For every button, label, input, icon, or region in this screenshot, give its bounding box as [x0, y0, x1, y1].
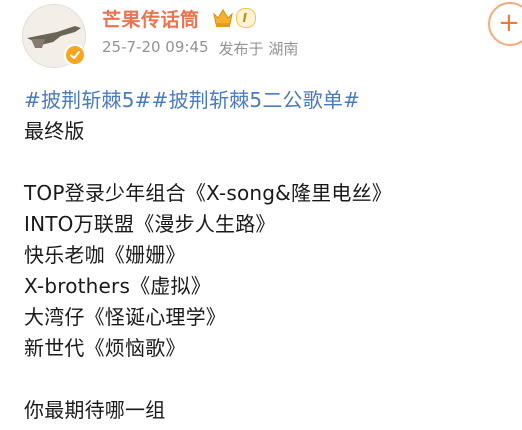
username[interactable]: 芒果传话筒 [102, 5, 200, 32]
post-content: #披荆斩棘5##披荆斩棘5二公歌单# 最终版 TOP登录少年组合《X-song&… [24, 85, 504, 426]
level-badge: I [235, 8, 256, 28]
plus-icon: + [498, 8, 520, 38]
username-row: 芒果传话筒 I [102, 4, 256, 32]
post-line: 快乐老咖《姗姗》 [24, 243, 186, 267]
post-meta: 25-7-20 09:45 发布于 湖南 [102, 38, 298, 59]
post-line: INTO万联盟《漫步人生路》 [24, 212, 276, 236]
post-line: 新世代《烦恼歌》 [24, 336, 186, 360]
crown-icon [212, 8, 234, 28]
location: 发布于 湖南 [218, 40, 299, 58]
hashtag-link[interactable]: #披荆斩棘5# [24, 88, 152, 112]
timestamp: 25-7-20 09:45 [102, 38, 209, 56]
verified-icon [64, 44, 86, 66]
post-line: 最终版 [24, 119, 85, 143]
follow-button[interactable]: + [488, 2, 522, 46]
post-line: X-brothers《虚拟》 [24, 274, 211, 298]
hashtag-link[interactable]: #披荆斩棘5二公歌单# [152, 88, 360, 112]
post-line: 你最期待哪一组 [24, 398, 166, 422]
hashtag-line: #披荆斩棘5##披荆斩棘5二公歌单# [24, 85, 504, 116]
post-line: 大湾仔《怪诞心理学》 [24, 305, 226, 329]
post-line: TOP登录少年组合《X-song&隆里电丝》 [24, 181, 392, 205]
